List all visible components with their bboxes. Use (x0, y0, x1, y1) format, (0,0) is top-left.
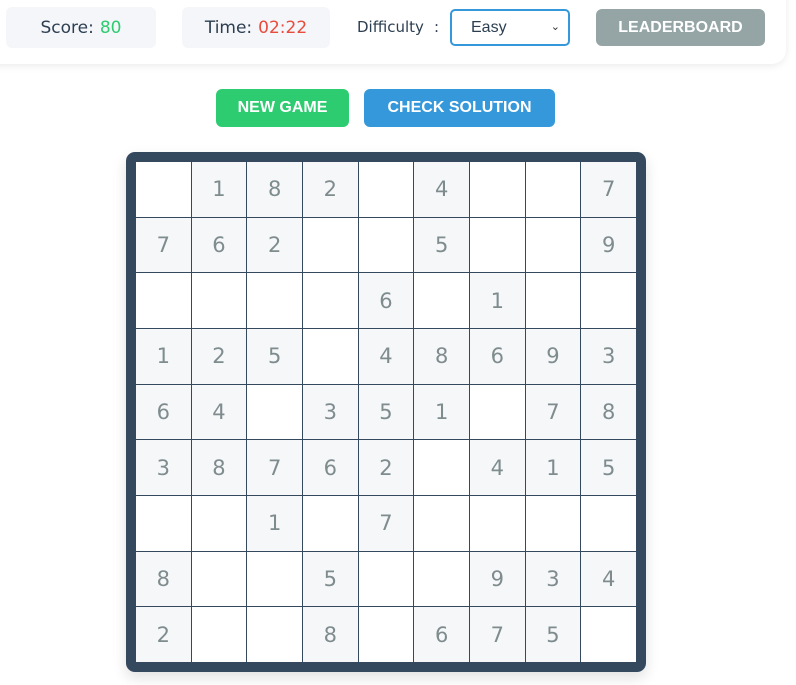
leaderboard-button[interactable]: LEADERBOARD (596, 9, 765, 46)
sudoku-cell-r5-c2: 4 (191, 384, 247, 440)
sudoku-cell-r9-c3[interactable] (247, 607, 302, 662)
sudoku-cell-r5-c3[interactable] (247, 384, 302, 440)
sudoku-cell-r9-c2[interactable] (191, 607, 247, 662)
sudoku-cell-r5-c6: 1 (414, 384, 469, 440)
sudoku-cell-r7-c8[interactable] (525, 496, 581, 551)
sudoku-cell-r3-c1[interactable] (136, 273, 191, 328)
sudoku-cell-r3-c6[interactable] (414, 273, 469, 328)
sudoku-cell-r3-c7: 1 (470, 273, 525, 328)
sudoku-cell-r5-c7[interactable] (470, 384, 525, 440)
sudoku-cell-r1-c9: 7 (581, 162, 636, 217)
sudoku-cell-r7-c9[interactable] (581, 496, 636, 551)
sudoku-cell-r2-c1: 7 (136, 217, 191, 273)
sudoku-cell-r6-c4: 6 (303, 440, 358, 495)
sudoku-cell-r9-c6: 6 (414, 607, 469, 662)
sudoku-cell-r9-c4: 8 (303, 607, 358, 662)
sudoku-cell-r5-c5: 5 (358, 384, 414, 440)
sudoku-cell-r1-c4: 2 (303, 162, 358, 217)
sudoku-grid: 1824776259611254869364351783876241517859… (136, 162, 636, 662)
time-label: Time: (204, 17, 253, 38)
sudoku-cell-r1-c8[interactable] (525, 162, 581, 217)
sudoku-cell-r7-c7[interactable] (470, 496, 525, 551)
sudoku-cell-r8-c9: 4 (581, 551, 636, 607)
sudoku-cell-r2-c4[interactable] (303, 217, 358, 273)
sudoku-cell-r6-c8: 1 (525, 440, 581, 495)
sudoku-cell-r9-c8: 5 (525, 607, 581, 662)
time-value: 02:22 (258, 17, 308, 38)
score-value: 80 (99, 17, 122, 38)
sudoku-cell-r6-c9: 5 (581, 440, 636, 495)
sudoku-cell-r8-c8: 3 (525, 551, 581, 607)
sudoku-cell-r3-c9[interactable] (581, 273, 636, 328)
sudoku-cell-r4-c2: 2 (191, 329, 247, 384)
sudoku-cell-r8-c7: 9 (470, 551, 525, 607)
sudoku-cell-r4-c4[interactable] (303, 329, 358, 384)
sudoku-cell-r6-c6[interactable] (414, 440, 469, 495)
sudoku-cell-r7-c3: 1 (247, 496, 302, 551)
sudoku-cell-r9-c1: 2 (136, 607, 191, 662)
sudoku-cell-r8-c4: 5 (303, 551, 358, 607)
sudoku-cell-r4-c9: 3 (581, 329, 636, 384)
sudoku-cell-r8-c2[interactable] (191, 551, 247, 607)
sudoku-cell-r5-c8: 7 (525, 384, 581, 440)
sudoku-cell-r2-c3: 2 (247, 217, 302, 273)
timer-display: Time: 02:22 (182, 7, 330, 48)
sudoku-cell-r9-c7: 7 (470, 607, 525, 662)
sudoku-cell-r8-c1: 8 (136, 551, 191, 607)
sudoku-cell-r7-c1[interactable] (136, 496, 191, 551)
sudoku-cell-r2-c2: 6 (191, 217, 247, 273)
check-solution-button[interactable]: CHECK SOLUTION (364, 89, 555, 127)
difficulty-selected-value: Easy (471, 19, 507, 36)
sudoku-cell-r5-c9: 8 (581, 384, 636, 440)
sudoku-cell-r2-c5[interactable] (358, 217, 414, 273)
sudoku-cell-r2-c7[interactable] (470, 217, 525, 273)
sudoku-cell-r7-c6[interactable] (414, 496, 469, 551)
sudoku-cell-r9-c5[interactable] (358, 607, 414, 662)
sudoku-cell-r2-c6: 5 (414, 217, 469, 273)
sudoku-cell-r6-c7: 4 (470, 440, 525, 495)
sudoku-cell-r3-c2[interactable] (191, 273, 247, 328)
sudoku-cell-r4-c5: 4 (358, 329, 414, 384)
sudoku-cell-r6-c2: 8 (191, 440, 247, 495)
sudoku-cell-r4-c6: 8 (414, 329, 469, 384)
score-label: Score: (40, 17, 94, 38)
sudoku-cell-r3-c8[interactable] (525, 273, 581, 328)
sudoku-cell-r7-c4[interactable] (303, 496, 358, 551)
chevron-down-icon: ⌄ (550, 21, 560, 33)
sudoku-cell-r5-c4: 3 (303, 384, 358, 440)
sudoku-cell-r7-c5: 7 (358, 496, 414, 551)
difficulty-colon: : (434, 18, 440, 36)
sudoku-cell-r4-c7: 6 (470, 329, 525, 384)
sudoku-board: 1824776259611254869364351783876241517859… (126, 152, 646, 672)
sudoku-cell-r8-c3[interactable] (247, 551, 302, 607)
sudoku-cell-r1-c3: 8 (247, 162, 302, 217)
sudoku-cell-r8-c6[interactable] (414, 551, 469, 607)
sudoku-cell-r1-c7[interactable] (470, 162, 525, 217)
sudoku-cell-r6-c1: 3 (136, 440, 191, 495)
sudoku-cell-r3-c4[interactable] (303, 273, 358, 328)
sudoku-cell-r6-c5: 2 (358, 440, 414, 495)
sudoku-cell-r6-c3: 7 (247, 440, 302, 495)
difficulty-select[interactable]: Easy ⌄ (450, 9, 570, 46)
sudoku-cell-r5-c1: 6 (136, 384, 191, 440)
sudoku-cell-r1-c1[interactable] (136, 162, 191, 217)
sudoku-cell-r8-c5[interactable] (358, 551, 414, 607)
sudoku-cell-r7-c2[interactable] (191, 496, 247, 551)
sudoku-cell-r2-c9: 9 (581, 217, 636, 273)
sudoku-cell-r4-c3: 5 (247, 329, 302, 384)
new-game-button[interactable]: NEW GAME (216, 89, 349, 127)
sudoku-cell-r1-c2: 1 (191, 162, 247, 217)
sudoku-cell-r1-c5[interactable] (358, 162, 414, 217)
sudoku-cell-r2-c8[interactable] (525, 217, 581, 273)
sudoku-cell-r9-c9[interactable] (581, 607, 636, 662)
sudoku-cell-r4-c1: 1 (136, 329, 191, 384)
sudoku-cell-r3-c3[interactable] (247, 273, 302, 328)
sudoku-cell-r1-c6: 4 (414, 162, 469, 217)
sudoku-cell-r3-c5: 6 (358, 273, 414, 328)
sudoku-cell-r4-c8: 9 (525, 329, 581, 384)
score-display: Score: 80 (6, 7, 156, 48)
difficulty-label: Difficulty (357, 18, 424, 36)
